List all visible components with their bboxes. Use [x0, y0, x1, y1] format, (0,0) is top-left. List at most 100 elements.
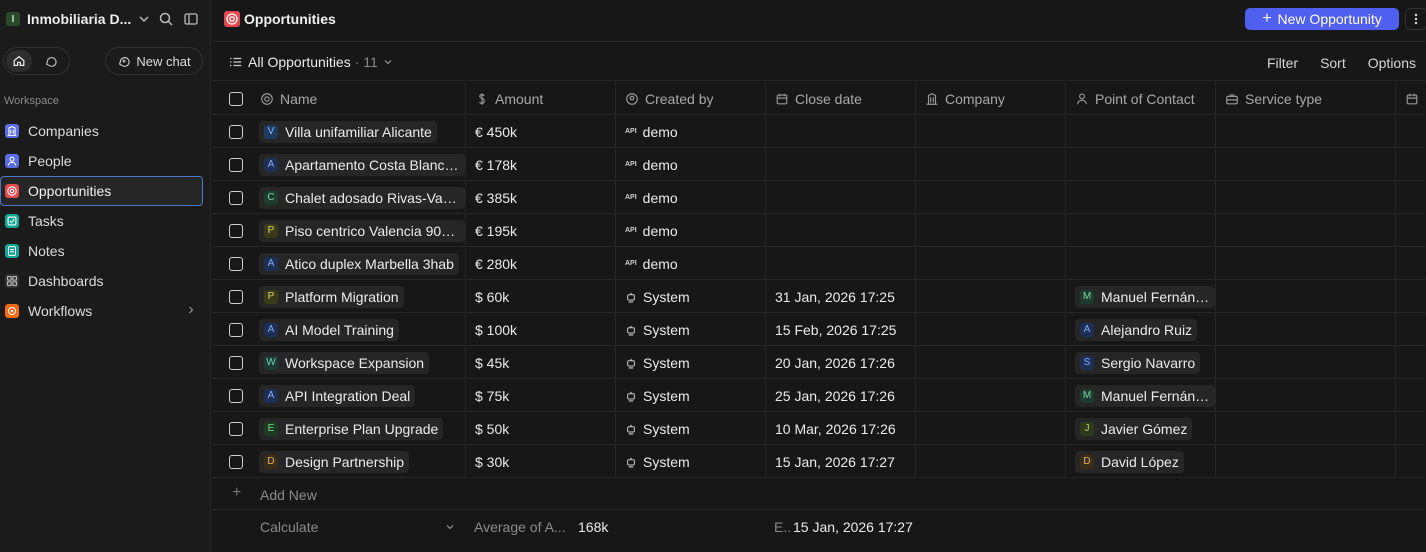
name-cell[interactable]: A API Integration Deal — [259, 379, 466, 412]
point-of-contact-cell[interactable]: A Alejandro Ruiz — [1066, 313, 1216, 346]
name-cell[interactable]: E Enterprise Plan Upgrade — [259, 412, 466, 445]
workspace-switcher[interactable]: I Inmobiliaria D... — [6, 8, 206, 30]
column-header-created-by[interactable]: Created by — [616, 82, 766, 115]
view-selector[interactable]: All Opportunities · 11 — [229, 54, 394, 70]
row-checkbox[interactable] — [229, 256, 243, 271]
column-header-point-of-contact[interactable]: Point of Contact — [1066, 82, 1216, 115]
company-cell[interactable] — [916, 313, 1066, 346]
company-cell[interactable] — [916, 214, 1066, 247]
company-cell[interactable] — [916, 412, 1066, 445]
close-date-cell[interactable]: 10 Mar, 2026 17:26 — [766, 412, 916, 445]
point-of-contact-cell[interactable] — [1066, 181, 1216, 214]
home-button[interactable] — [6, 50, 32, 72]
amount-cell[interactable]: € 385k — [466, 181, 616, 214]
chevron-down-icon[interactable] — [444, 521, 456, 533]
sidebar-toggle-icon[interactable] — [183, 11, 199, 27]
service-type-cell[interactable] — [1216, 181, 1396, 214]
search-icon[interactable] — [158, 11, 174, 27]
column-header-amount[interactable]: Amount — [466, 82, 616, 115]
company-cell[interactable] — [916, 148, 1066, 181]
amount-cell[interactable]: $ 30k — [466, 445, 616, 478]
created-by-cell[interactable]: System — [616, 412, 766, 445]
point-of-contact-cell[interactable]: D David López — [1066, 445, 1216, 478]
column-header-more[interactable] — [1396, 82, 1426, 115]
date-aggregate-label[interactable]: E.. — [774, 519, 791, 535]
point-of-contact-cell[interactable]: J Javier Gómez — [1066, 412, 1216, 445]
amount-cell[interactable]: $ 60k — [466, 280, 616, 313]
column-header-name[interactable]: Name — [259, 82, 466, 115]
contact-chip[interactable]: M Manuel Fernández — [1075, 384, 1215, 407]
contact-chip[interactable]: S Sergio Navarro — [1075, 351, 1201, 374]
opportunity-chip[interactable]: A AI Model Training — [259, 318, 399, 341]
chevron-right-icon[interactable] — [185, 304, 197, 316]
point-of-contact-cell[interactable]: S Sergio Navarro — [1066, 346, 1216, 379]
extra-cell[interactable] — [1396, 280, 1426, 313]
table-row[interactable]: P Platform Migration $ 60k System 31 Jan, 20… — [212, 280, 1426, 313]
extra-cell[interactable] — [1396, 346, 1426, 379]
created-by-cell[interactable]: System — [616, 280, 766, 313]
row-checkbox[interactable] — [229, 124, 243, 139]
table-row[interactable]: P Piso centrico Valencia 90m2 € 195k API dem… — [212, 214, 1426, 247]
sidebar-item-people[interactable]: People — [0, 146, 211, 176]
opportunity-chip[interactable]: W Workspace Expansion — [259, 351, 430, 374]
row-checkbox[interactable] — [229, 421, 243, 436]
created-by-cell[interactable]: API demo — [616, 148, 766, 181]
close-date-cell[interactable]: 20 Jan, 2026 17:26 — [766, 346, 916, 379]
extra-cell[interactable] — [1396, 148, 1426, 181]
point-of-contact-cell[interactable] — [1066, 214, 1216, 247]
amount-cell[interactable]: $ 50k — [466, 412, 616, 445]
row-checkbox[interactable] — [229, 388, 243, 403]
sidebar-item-workflows[interactable]: Workflows — [0, 296, 211, 326]
opportunity-chip[interactable]: A Apartamento Costa Blanca 2... — [259, 153, 465, 176]
row-checkbox[interactable] — [229, 157, 243, 172]
row-checkbox[interactable] — [229, 454, 243, 469]
service-type-cell[interactable] — [1216, 346, 1396, 379]
select-all-checkbox[interactable] — [229, 91, 243, 106]
point-of-contact-cell[interactable] — [1066, 148, 1216, 181]
close-date-cell[interactable]: 15 Jan, 2026 17:27 — [766, 445, 916, 478]
new-opportunity-button[interactable]: + New Opportunity — [1245, 8, 1399, 30]
column-header-service-type[interactable]: Service type — [1216, 82, 1396, 115]
created-by-cell[interactable]: API demo — [616, 214, 766, 247]
opportunity-chip[interactable]: A API Integration Deal — [259, 384, 416, 407]
extra-cell[interactable] — [1396, 247, 1426, 280]
row-checkbox[interactable] — [229, 190, 243, 205]
name-cell[interactable]: D Design Partnership — [259, 445, 466, 478]
company-cell[interactable] — [916, 280, 1066, 313]
amount-cell[interactable]: € 450k — [466, 115, 616, 148]
close-date-cell[interactable] — [766, 148, 916, 181]
service-type-cell[interactable] — [1216, 379, 1396, 412]
extra-cell[interactable] — [1396, 379, 1426, 412]
contact-chip[interactable]: D David López — [1075, 450, 1184, 473]
name-cell[interactable]: A AI Model Training — [259, 313, 466, 346]
contact-chip[interactable]: A Alejandro Ruiz — [1075, 318, 1198, 341]
company-cell[interactable] — [916, 346, 1066, 379]
created-by-cell[interactable]: API demo — [616, 181, 766, 214]
extra-cell[interactable] — [1396, 445, 1426, 478]
extra-cell[interactable] — [1396, 214, 1426, 247]
service-type-cell[interactable] — [1216, 214, 1396, 247]
amount-cell[interactable]: $ 75k — [466, 379, 616, 412]
close-date-cell[interactable] — [766, 181, 916, 214]
sidebar-item-opportunities[interactable]: Opportunities — [0, 176, 203, 206]
name-cell[interactable]: P Platform Migration — [259, 280, 466, 313]
close-date-cell[interactable]: 25 Jan, 2026 17:26 — [766, 379, 916, 412]
calculate-button[interactable]: Calculate — [260, 519, 318, 535]
opportunity-chip[interactable]: A Atico duplex Marbella 3hab — [259, 252, 459, 275]
service-type-cell[interactable] — [1216, 115, 1396, 148]
row-checkbox[interactable] — [229, 355, 243, 370]
service-type-cell[interactable] — [1216, 313, 1396, 346]
point-of-contact-cell[interactable] — [1066, 247, 1216, 280]
table-row[interactable]: A Atico duplex Marbella 3hab € 280k API demo — [212, 247, 1426, 280]
table-row[interactable]: C Chalet adosado Rivas-Vacia... € 385k API d… — [212, 181, 1426, 214]
row-checkbox[interactable] — [229, 289, 243, 304]
amount-cell[interactable]: $ 100k — [466, 313, 616, 346]
close-date-cell[interactable] — [766, 115, 916, 148]
created-by-cell[interactable]: API demo — [616, 115, 766, 148]
opportunity-chip[interactable]: C Chalet adosado Rivas-Vacia... — [259, 186, 465, 209]
service-type-cell[interactable] — [1216, 412, 1396, 445]
extra-cell[interactable] — [1396, 115, 1426, 148]
service-type-cell[interactable] — [1216, 445, 1396, 478]
amount-cell[interactable]: € 178k — [466, 148, 616, 181]
amount-cell[interactable]: € 280k — [466, 247, 616, 280]
